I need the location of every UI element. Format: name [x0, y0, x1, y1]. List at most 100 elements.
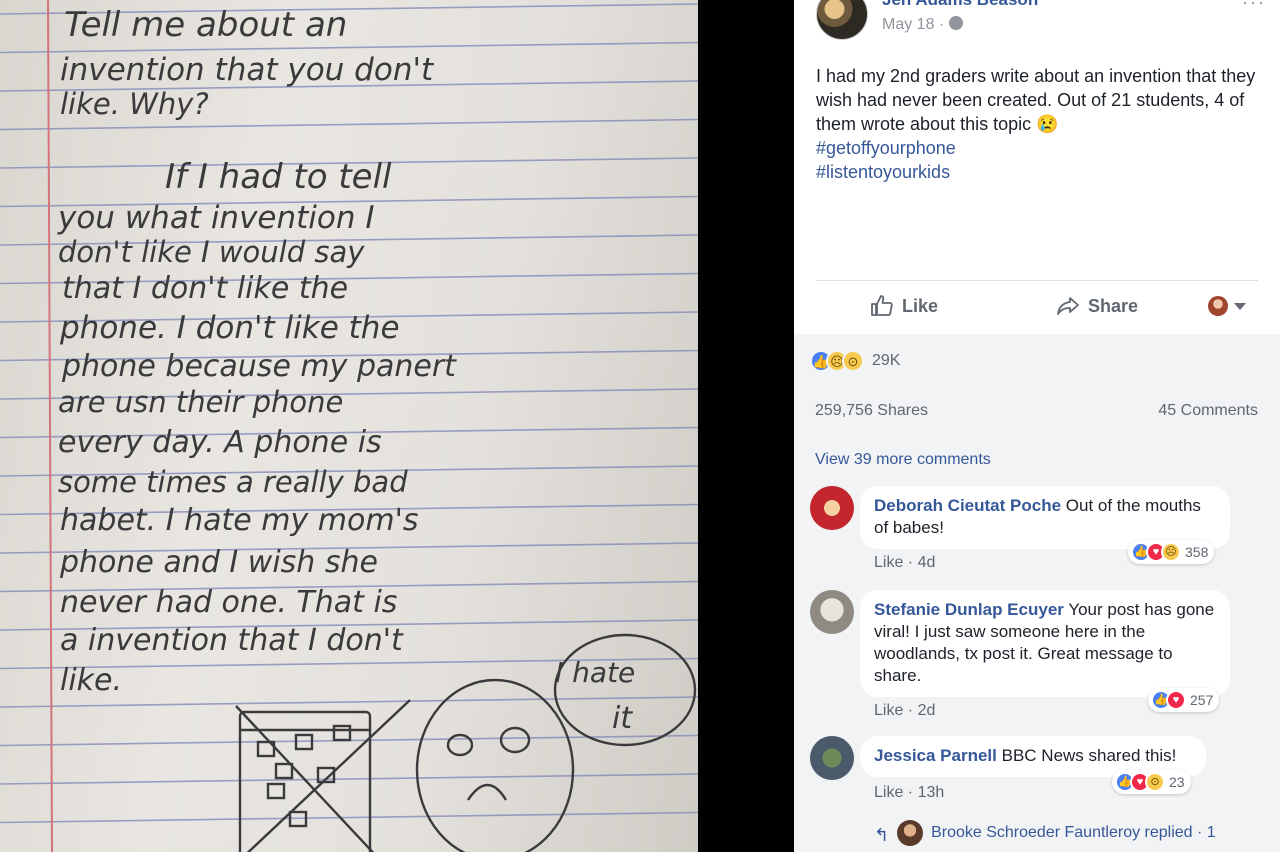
- commenter-name[interactable]: Stefanie Dunlap Ecuyer: [874, 600, 1064, 619]
- comment-time[interactable]: 4d: [918, 554, 936, 571]
- commenter-name[interactable]: Jessica Parnell: [874, 746, 997, 765]
- replies-link[interactable]: ↲ Brooke Schroeder Fauntleroy replied · …: [874, 820, 1216, 846]
- comment-item: Deborah Cieutat Poche Out of the mouths …: [810, 486, 1270, 576]
- post-meta: May 18 ·: [882, 16, 963, 34]
- comment-text: BBC News shared this!: [1001, 746, 1177, 765]
- comment-like-link[interactable]: Like: [874, 702, 903, 719]
- hw-line: phone. I don't like the: [59, 310, 400, 346]
- bubble-text: I hate: [555, 656, 635, 689]
- replies-text: Brooke Schroeder Fauntleroy replied · 1: [931, 824, 1216, 841]
- comment-meta: Like · 4d: [874, 554, 936, 571]
- hw-line: don't like I would say: [58, 235, 365, 269]
- comment-reaction-count: 23: [1169, 774, 1185, 790]
- hw-line: If I had to tell: [165, 157, 392, 197]
- comment-like-link[interactable]: Like: [874, 554, 903, 571]
- commenter-name[interactable]: Deborah Cieutat Poche: [874, 496, 1061, 515]
- love-reaction-icon: ♥: [1166, 690, 1186, 710]
- hashtag-link[interactable]: #getoffyourphone: [816, 136, 1266, 160]
- comment-reactions[interactable]: 👍 ♥ ☹ 358: [1128, 540, 1215, 564]
- ruled-line: [0, 696, 698, 708]
- margin-line: [47, 0, 53, 852]
- hashtag-link[interactable]: #listentoyourkids: [816, 160, 1266, 184]
- comment-item: Jessica Parnell BBC News shared this! 👍 …: [810, 736, 1270, 806]
- hw-line: habet. I hate my mom's: [60, 503, 418, 538]
- hw-line: invention that you don't: [60, 52, 435, 88]
- profile-avatar: [1208, 296, 1228, 316]
- like-label: Like: [902, 295, 939, 316]
- commenter-avatar[interactable]: [810, 736, 854, 780]
- comment-reactions[interactable]: 👍 ♥ ⊙ 23: [1112, 770, 1191, 794]
- comment-reaction-count: 358: [1185, 544, 1209, 560]
- comment-reaction-count: 257: [1190, 692, 1214, 708]
- hw-line: like. Why?: [60, 87, 209, 121]
- post-date[interactable]: May 18: [882, 16, 934, 33]
- ruled-line: [0, 773, 698, 785]
- hw-line: phone because my panert: [61, 349, 457, 384]
- face-outline: [415, 678, 575, 852]
- post-author[interactable]: Jen Adams Beason: [882, 0, 1038, 10]
- comments-count[interactable]: 45 Comments: [1158, 402, 1258, 420]
- app-square: [266, 782, 286, 800]
- screenshot-root: Tell me about an invention that you don'…: [0, 0, 1280, 852]
- comment-item: Stefanie Dunlap Ecuyer Your post has gon…: [810, 590, 1270, 720]
- hw-line: phone and I wish she: [59, 545, 378, 580]
- comment-like-link[interactable]: Like: [874, 784, 903, 801]
- handwritten-essay: Tell me about an invention that you don'…: [57, 5, 457, 698]
- face-frown: [467, 783, 508, 801]
- chevron-down-icon: [1234, 302, 1246, 310]
- app-square: [332, 724, 352, 742]
- reactions-summary[interactable]: 👍 ☹ ⊙ 29K: [810, 350, 900, 372]
- globe-icon[interactable]: [948, 16, 963, 30]
- hw-line: never had one. That is: [60, 585, 397, 620]
- hw-line: Tell me about an: [64, 5, 347, 45]
- share-arrow-icon: [1057, 297, 1079, 315]
- wow-reaction-icon: ⊙: [842, 350, 864, 372]
- engagement-panel: 👍 ☹ ⊙ 29K 259,756 Shares 45 Comments Vie…: [794, 334, 1280, 852]
- comment-time[interactable]: 2d: [918, 702, 936, 719]
- post-text: I had my 2nd graders write about an inve…: [816, 66, 1256, 134]
- replier-avatar: [897, 820, 924, 846]
- bubble-text: it: [612, 701, 633, 736]
- comment-bubble: Stefanie Dunlap Ecuyer Your post has gon…: [860, 590, 1230, 697]
- reply-arrow-icon: ↲: [874, 823, 890, 844]
- comment-reactions[interactable]: 👍 ♥ 257: [1148, 688, 1220, 712]
- hw-line: a invention that I don't: [60, 623, 404, 658]
- sad-reaction-icon: ☹: [1161, 542, 1181, 562]
- ruled-line: [0, 811, 698, 824]
- app-square: [274, 762, 294, 780]
- hw-line: you what invention I: [57, 200, 375, 236]
- face-eye: [499, 726, 531, 754]
- commenter-avatar[interactable]: [810, 486, 854, 530]
- hw-line: some times a really bad: [58, 465, 408, 499]
- more-options-icon[interactable]: ···: [1242, 0, 1266, 13]
- facebook-post: Jen Adams Beason May 18 · ··· I had my 2…: [794, 0, 1280, 852]
- hw-line: every day. A phone is: [58, 425, 382, 460]
- post-actions: Like Share: [794, 282, 1280, 334]
- view-more-comments-link[interactable]: View 39 more comments: [815, 451, 991, 469]
- post-body: I had my 2nd graders write about an inve…: [816, 64, 1266, 184]
- comment-meta: Like · 2d: [874, 702, 936, 719]
- share-label: Share: [1088, 295, 1139, 316]
- comment-time[interactable]: 13h: [918, 784, 945, 801]
- face-eye: [446, 733, 474, 757]
- reaction-as-selector[interactable]: [1208, 296, 1246, 316]
- hw-line: that I don't like the: [62, 271, 348, 306]
- reactions-count: 29K: [872, 352, 901, 369]
- like-button[interactable]: Like: [870, 294, 938, 318]
- shares-count[interactable]: 259,756 Shares: [815, 402, 928, 420]
- notebook-photo: Tell me about an invention that you don'…: [0, 0, 698, 852]
- hw-line: like.: [60, 663, 122, 698]
- meta-separator: ·: [938, 16, 949, 33]
- cross-line: [246, 699, 411, 852]
- commenter-avatar[interactable]: [810, 590, 854, 634]
- author-avatar[interactable]: [816, 0, 868, 40]
- share-button[interactable]: Share: [1056, 294, 1138, 318]
- thumbs-up-icon: [871, 295, 893, 316]
- crossed-phone-drawing: [235, 699, 411, 852]
- black-gap: [698, 0, 794, 852]
- action-divider: [816, 280, 1258, 281]
- notebook-page: Tell me about an invention that you don'…: [0, 0, 698, 852]
- wow-reaction-icon: ⊙: [1145, 772, 1165, 792]
- ruled-line: [0, 118, 698, 131]
- hw-line: are usn their phone: [58, 385, 343, 419]
